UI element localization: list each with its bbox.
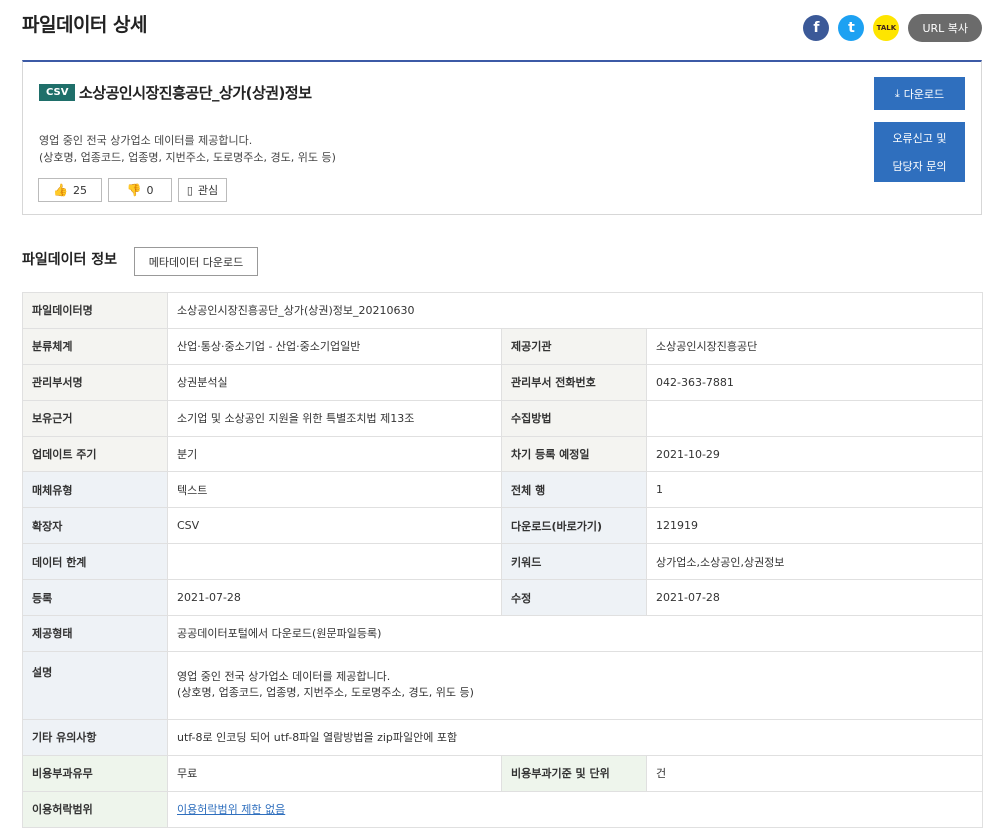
fee-label: 비용부과유무 [22, 754, 168, 792]
kakao-share-button[interactable]: TALK [873, 15, 900, 41]
collect-method-label: 수집방법 [501, 399, 647, 437]
download-count-label: 다운로드(바로가기) [501, 507, 647, 545]
total-rows-label: 전체 행 [501, 471, 647, 509]
provider-label: 제공기관 [501, 327, 647, 365]
dislike-button[interactable]: 👎 0 [108, 178, 172, 202]
table-row: 등록 2021-07-28 수정 2021-07-28 [22, 579, 983, 617]
table-row: 파일데이터명 소상공인시장진흥공단_상가(상권)정보_20210630 [22, 292, 983, 329]
table-row: 제공형태 공공데이터포털에서 다운로드(원문파일등록) [22, 615, 983, 652]
fee-value: 무료 [167, 754, 502, 792]
favorite-label: 관심 [197, 184, 219, 197]
description-line: 영업 중인 전국 상가업소 데이터를 제공합니다. [177, 670, 391, 684]
section-title: 파일데이터 정보 [22, 252, 118, 268]
category-value: 산업·통상·중소기업 - 산업·중소기업일반 [167, 327, 502, 365]
dept-label: 관리부서명 [22, 363, 168, 401]
data-limit-value [167, 543, 502, 581]
table-row: 설명 영업 중인 전국 상가업소 데이터를 제공합니다. (상호명, 업종코드,… [22, 650, 983, 720]
extension-label: 확장자 [22, 507, 168, 545]
license-link[interactable]: 이용허락범위 제한 없음 [177, 803, 285, 816]
dataset-title: 소상공인시장진흥공단_상가(상권)정보 [79, 84, 312, 102]
modified-label: 수정 [501, 579, 647, 617]
url-copy-button[interactable]: URL 복사 [908, 14, 982, 42]
like-button[interactable]: 👍 25 [38, 178, 102, 202]
download-count-value: 121919 [646, 507, 983, 545]
download-label: 다운로드 [903, 87, 945, 101]
thumbs-up-icon: 👍 [53, 183, 68, 197]
table-row: 분류체계 산업·통상·중소기업 - 산업·중소기업일반 제공기관 소상공인시장진… [22, 327, 983, 365]
fee-basis-label: 비용부과기준 및 단위 [501, 754, 647, 792]
description-line: (상호명, 업종코드, 업종명, 지번주소, 도로명주소, 경도, 위도 등) [39, 151, 336, 164]
share-bar: f t TALK URL 복사 [803, 14, 982, 42]
table-row: 데이터 한계 키워드 상가업소,소상공인,상권정보 [22, 543, 983, 581]
modified-value: 2021-07-28 [646, 579, 983, 617]
table-row: 비용부과유무 무료 비용부과기준 및 단위 건 [22, 754, 983, 792]
description-value: 영업 중인 전국 상가업소 데이터를 제공합니다. (상호명, 업종코드, 업종… [167, 650, 983, 720]
keywords-value: 상가업소,소상공인,상권정보 [646, 543, 983, 581]
table-row: 보유근거 소기업 및 소상공인 지원을 위한 특별조치법 제13조 수집방법 [22, 399, 983, 437]
description-line: (상호명, 업종코드, 업종명, 지번주소, 도로명주소, 경도, 위도 등) [177, 686, 474, 700]
provide-type-label: 제공형태 [22, 615, 168, 652]
description-label: 설명 [22, 650, 168, 720]
phone-label: 관리부서 전화번호 [501, 363, 647, 401]
registered-value: 2021-07-28 [167, 579, 502, 617]
table-row: 확장자 CSV 다운로드(바로가기) 121919 [22, 507, 983, 545]
provider-value: 소상공인시장진흥공단 [646, 327, 983, 365]
facebook-icon: f [813, 20, 820, 36]
download-button[interactable]: ⤓ 다운로드 [874, 77, 965, 110]
registered-label: 등록 [22, 579, 168, 617]
thumbs-down-icon: 👎 [126, 183, 142, 197]
reaction-bar: 👍 25 👎 0 ▯ 관심 [38, 178, 227, 202]
license-label: 이용허락범위 [22, 790, 168, 828]
phone-value: 042-363-7881 [646, 363, 983, 401]
facebook-share-button[interactable]: f [803, 15, 830, 41]
notes-label: 기타 유의사항 [22, 718, 168, 756]
report-label-line2: 담당자 문의 [892, 160, 947, 173]
kakao-icon: TALK [876, 24, 897, 32]
bookmark-icon: ▯ [186, 183, 193, 197]
page-title: 파일데이터 상세 [22, 14, 147, 36]
dataset-summary-box: CSV 소상공인시장진흥공단_상가(상권)정보 영업 중인 전국 상가업소 데이… [22, 60, 982, 215]
next-reg-label: 차기 등록 예정일 [501, 435, 647, 473]
media-type-label: 매체유형 [22, 471, 168, 509]
fee-basis-value: 건 [646, 754, 983, 792]
dept-value: 상권분석실 [167, 363, 502, 401]
category-label: 분류체계 [22, 327, 168, 365]
dislike-count: 0 [146, 183, 154, 197]
dataset-description: 영업 중인 전국 상가업소 데이터를 제공합니다. (상호명, 업종코드, 업종… [39, 132, 336, 166]
twitter-icon: t [848, 20, 855, 36]
report-label-line1: 오류신고 및 [892, 132, 947, 145]
update-cycle-label: 업데이트 주기 [22, 435, 168, 473]
next-reg-value: 2021-10-29 [646, 435, 983, 473]
file-info-table: 파일데이터명 소상공인시장진흥공단_상가(상권)정보_20210630 분류체계… [22, 292, 983, 828]
license-cell: 이용허락범위 제한 없음 [167, 790, 983, 828]
table-row: 업데이트 주기 분기 차기 등록 예정일 2021-10-29 [22, 435, 983, 473]
twitter-share-button[interactable]: t [838, 15, 865, 41]
data-limit-label: 데이터 한계 [22, 543, 168, 581]
update-cycle-value: 분기 [167, 435, 502, 473]
keywords-label: 키워드 [501, 543, 647, 581]
provide-type-value: 공공데이터포털에서 다운로드(원문파일등록) [167, 615, 983, 652]
basis-value: 소기업 및 소상공인 지원을 위한 특별조치법 제13조 [167, 399, 502, 437]
table-row: 매체유형 텍스트 전체 행 1 [22, 471, 983, 509]
total-rows-value: 1 [646, 471, 983, 509]
file-name-value: 소상공인시장진흥공단_상가(상권)정보_20210630 [167, 292, 983, 329]
extension-value: CSV [167, 507, 502, 545]
notes-value: utf-8로 인코딩 되어 utf-8파일 열람방법을 zip파일안에 포함 [167, 718, 983, 756]
media-type-value: 텍스트 [167, 471, 502, 509]
table-row: 관리부서명 상권분석실 관리부서 전화번호 042-363-7881 [22, 363, 983, 401]
like-count: 25 [72, 183, 87, 197]
collect-method-value [646, 399, 983, 437]
format-badge: CSV [39, 84, 76, 101]
report-error-button[interactable]: 오류신고 및 담당자 문의 [874, 122, 965, 182]
file-name-label: 파일데이터명 [22, 292, 168, 329]
download-icon: ⤓ [894, 86, 900, 100]
metadata-download-button[interactable]: 메타데이터 다운로드 [134, 247, 258, 276]
basis-label: 보유근거 [22, 399, 168, 437]
table-row: 기타 유의사항 utf-8로 인코딩 되어 utf-8파일 열람방법을 zip파… [22, 718, 983, 756]
description-line: 영업 중인 전국 상가업소 데이터를 제공합니다. [39, 134, 253, 147]
table-row: 이용허락범위 이용허락범위 제한 없음 [22, 790, 983, 828]
favorite-button[interactable]: ▯ 관심 [178, 178, 227, 202]
